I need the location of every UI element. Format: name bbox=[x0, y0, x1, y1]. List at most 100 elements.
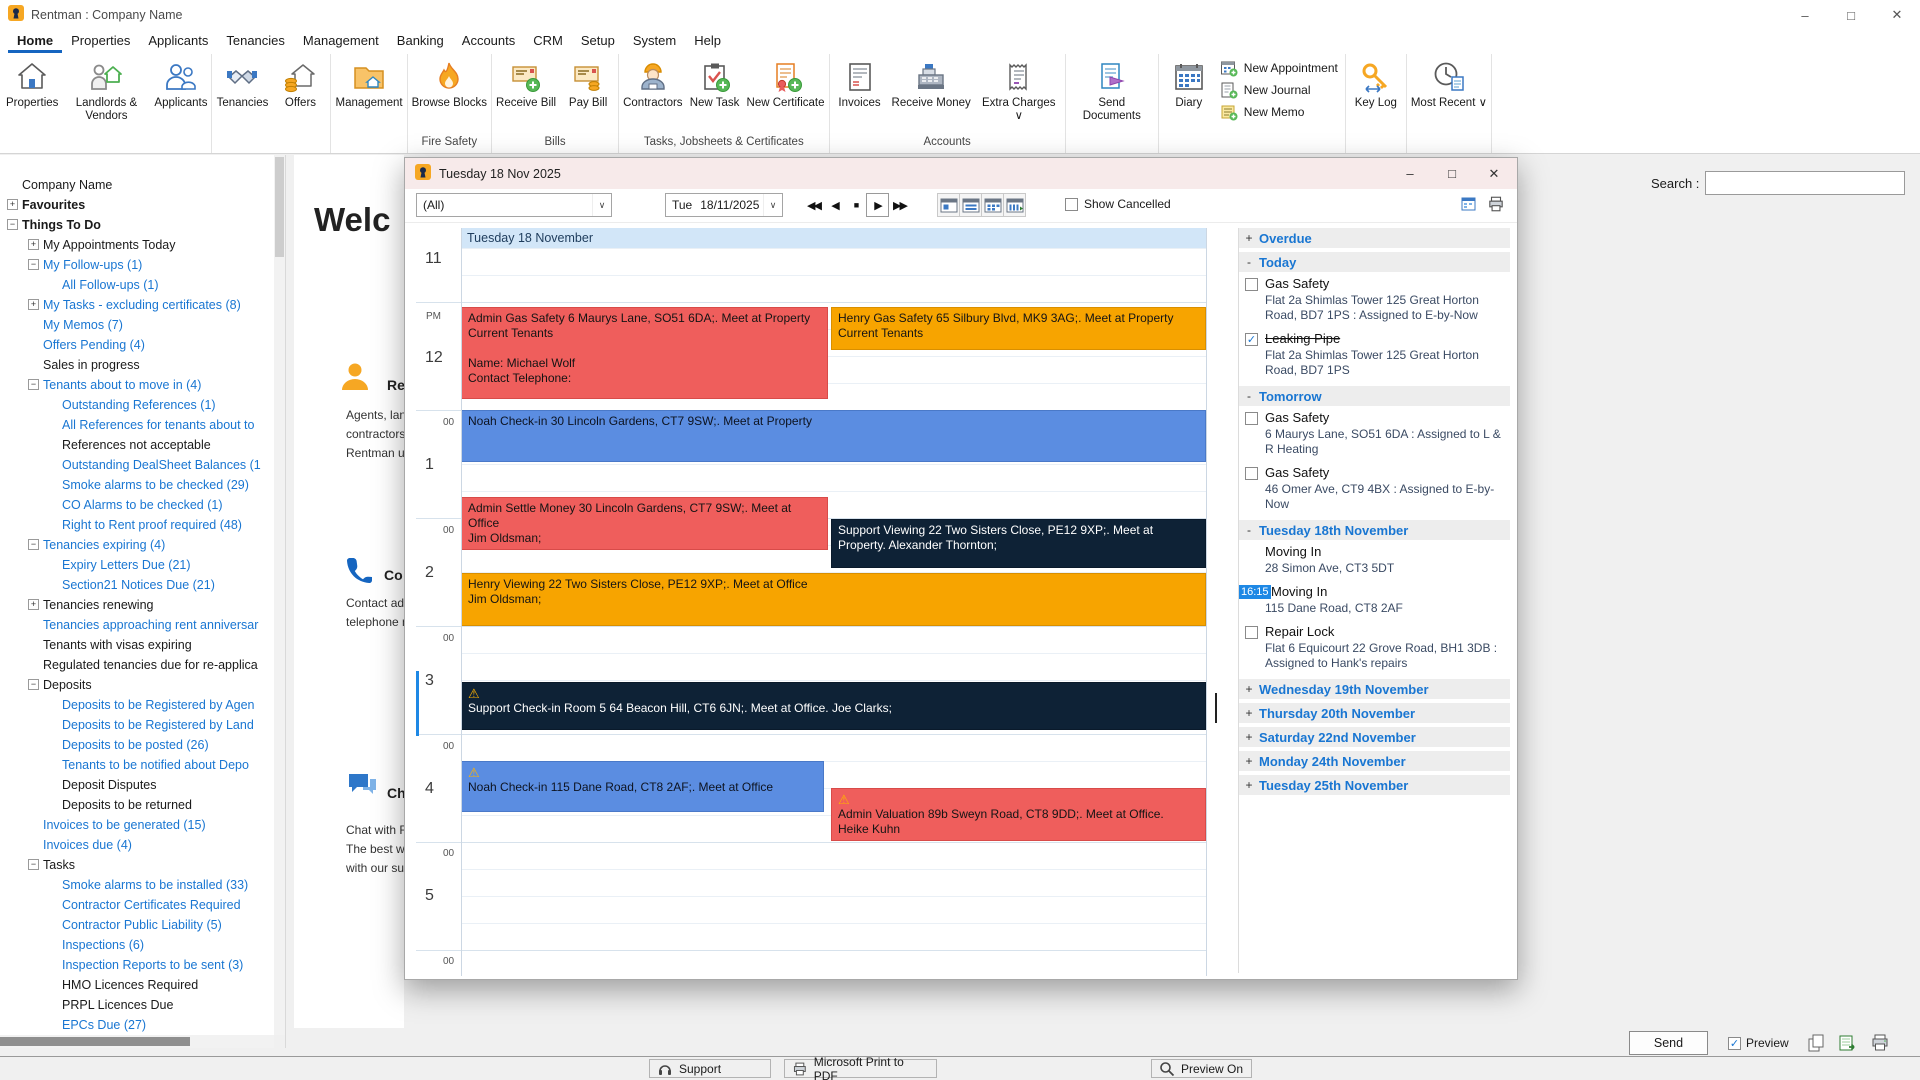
search-input[interactable] bbox=[1705, 171, 1905, 195]
collapse-icon[interactable]: - bbox=[1239, 255, 1259, 269]
sidebar-item[interactable]: −Deposits bbox=[0, 675, 274, 695]
sidebar-item[interactable]: Deposit Disputes bbox=[0, 775, 274, 795]
sidebar-item[interactable]: Deposits to be Registered by Land bbox=[0, 715, 274, 735]
diary-filter-select[interactable]: (All) ∨ bbox=[416, 193, 612, 217]
ribbon-management[interactable]: Management bbox=[332, 56, 405, 112]
menu-banking[interactable]: Banking bbox=[388, 31, 453, 49]
sidebar-item[interactable]: −My Follow-ups (1) bbox=[0, 255, 274, 275]
ribbon-new-certificate[interactable]: New Certificate bbox=[744, 56, 828, 112]
diary-export-icon[interactable] bbox=[1460, 195, 1478, 218]
sidebar-item[interactable]: Deposits to be returned bbox=[0, 795, 274, 815]
task-item[interactable]: Moving In28 Simon Ave, CT3 5DT bbox=[1239, 544, 1510, 576]
timeline-view-button[interactable] bbox=[1003, 193, 1026, 217]
task-section-header[interactable]: +Overdue bbox=[1239, 228, 1510, 248]
ribbon-new-task[interactable]: New Task bbox=[686, 56, 744, 112]
sidebar-item[interactable]: +My Appointments Today bbox=[0, 235, 274, 255]
minimize-icon[interactable]: – bbox=[1782, 0, 1828, 30]
export-icon[interactable] bbox=[1838, 1033, 1858, 1053]
sidebar-item[interactable]: Offers Pending (4) bbox=[0, 335, 274, 355]
sidebar-item[interactable]: +Tenancies renewing bbox=[0, 595, 274, 615]
sidebar-item[interactable]: −Tenants about to move in (4) bbox=[0, 375, 274, 395]
ribbon-applicants[interactable]: Applicants bbox=[151, 56, 210, 112]
next-day-button[interactable]: ▶ bbox=[866, 193, 889, 217]
task-section-header[interactable]: +Tuesday 25th November bbox=[1239, 775, 1510, 795]
previous-day-button[interactable]: ◀ bbox=[824, 193, 845, 217]
send-button[interactable]: Send bbox=[1629, 1031, 1708, 1055]
first-day-button[interactable]: ◀◀ bbox=[803, 193, 824, 217]
sidebar-horizontal-scrollbar[interactable] bbox=[0, 1035, 274, 1048]
expand-icon[interactable]: + bbox=[1239, 706, 1259, 720]
dialog-titlebar[interactable]: Tuesday 18 Nov 2025 bbox=[405, 158, 1517, 189]
collapse-icon[interactable]: − bbox=[7, 219, 18, 230]
menu-applicants[interactable]: Applicants bbox=[139, 31, 217, 49]
task-checkbox[interactable] bbox=[1245, 626, 1258, 639]
sidebar-vertical-scrollbar[interactable] bbox=[274, 155, 285, 1035]
ribbon-key-log[interactable]: Key Log bbox=[1347, 56, 1405, 112]
task-checkbox[interactable] bbox=[1245, 467, 1258, 480]
task-section-header[interactable]: -Tuesday 18th November bbox=[1239, 520, 1510, 540]
ribbon-browse-blocks[interactable]: Browse Blocks bbox=[409, 56, 490, 112]
sidebar-item[interactable]: Expiry Letters Due (21) bbox=[0, 555, 274, 575]
task-section-header[interactable]: -Today bbox=[1239, 252, 1510, 272]
expand-icon[interactable]: + bbox=[28, 299, 39, 310]
collapse-icon[interactable]: − bbox=[28, 259, 39, 270]
expand-icon[interactable]: + bbox=[1239, 730, 1259, 744]
ribbon-most-recent[interactable]: Most Recent ∨ bbox=[1408, 56, 1490, 112]
ribbon-new-journal[interactable]: New Journal bbox=[1220, 79, 1338, 101]
task-checkbox[interactable] bbox=[1245, 412, 1258, 425]
sidebar-item[interactable]: References not acceptable bbox=[0, 435, 274, 455]
collapse-icon[interactable]: − bbox=[28, 859, 39, 870]
close-icon[interactable]: ✕ bbox=[1874, 0, 1920, 30]
ribbon-offers[interactable]: Offers bbox=[271, 56, 329, 112]
appointment[interactable]: Admin Settle Money 30 Lincoln Gardens, C… bbox=[461, 497, 828, 550]
collapse-icon[interactable]: − bbox=[28, 379, 39, 390]
dialog-minimize-icon[interactable]: – bbox=[1389, 158, 1431, 189]
preview-checkbox[interactable]: ✓ bbox=[1728, 1037, 1741, 1050]
sidebar-item[interactable]: −Tenancies expiring (4) bbox=[0, 535, 274, 555]
ribbon-new-memo[interactable]: New Memo bbox=[1220, 101, 1338, 123]
sidebar-item[interactable]: HMO Licences Required bbox=[0, 975, 274, 995]
sidebar-item[interactable]: Sales in progress bbox=[0, 355, 274, 375]
sidebar-splitter[interactable] bbox=[285, 155, 286, 1048]
dialog-maximize-icon[interactable]: □ bbox=[1431, 158, 1473, 189]
menu-tenancies[interactable]: Tenancies bbox=[217, 31, 294, 49]
collapse-icon[interactable]: − bbox=[28, 679, 39, 690]
ribbon-invoices[interactable]: Invoices bbox=[831, 56, 889, 112]
menu-system[interactable]: System bbox=[624, 31, 685, 49]
ribbon-properties[interactable]: Properties bbox=[3, 56, 61, 112]
sidebar-item[interactable]: Contractor Certificates Required bbox=[0, 895, 274, 915]
sidebar-item[interactable]: Invoices due (4) bbox=[0, 835, 274, 855]
copy-documents-icon[interactable] bbox=[1806, 1033, 1826, 1053]
task-section-header[interactable]: -Tomorrow bbox=[1239, 386, 1510, 406]
maximize-icon[interactable]: □ bbox=[1828, 0, 1874, 30]
task-item[interactable]: Repair LockFlat 6 Equicourt 22 Grove Roa… bbox=[1239, 624, 1510, 671]
appointment[interactable]: ⚠Noah Check-in 115 Dane Road, CT8 2AF;. … bbox=[461, 761, 824, 812]
ribbon-send-documents[interactable]: Send Documents bbox=[1067, 56, 1157, 125]
ribbon-receive-money[interactable]: Receive Money bbox=[889, 56, 974, 112]
menu-management[interactable]: Management bbox=[294, 31, 388, 49]
collapse-icon[interactable]: - bbox=[1239, 389, 1259, 403]
appointment[interactable]: ⚠Support Check-in Room 5 64 Beacon Hill,… bbox=[461, 682, 1206, 730]
task-checkbox[interactable] bbox=[1245, 278, 1258, 291]
menu-accounts[interactable]: Accounts bbox=[453, 31, 524, 49]
sidebar-item[interactable]: Deposits to be Registered by Agen bbox=[0, 695, 274, 715]
menu-home[interactable]: Home bbox=[8, 31, 62, 53]
sidebar-item[interactable]: All Follow-ups (1) bbox=[0, 275, 274, 295]
ribbon-diary[interactable]: Diary bbox=[1160, 56, 1218, 112]
sidebar-item[interactable]: Invoices to be generated (15) bbox=[0, 815, 274, 835]
sidebar-item[interactable]: Outstanding DealSheet Balances (1 bbox=[0, 455, 274, 475]
ribbon-pay-bill[interactable]: Pay Bill bbox=[559, 56, 617, 112]
task-item[interactable]: Gas SafetyFlat 2a Shimlas Tower 125 Grea… bbox=[1239, 276, 1510, 323]
show-cancelled-checkbox[interactable] bbox=[1065, 198, 1078, 211]
expand-icon[interactable]: + bbox=[28, 599, 39, 610]
sidebar-item[interactable]: +My Tasks - excluding certificates (8) bbox=[0, 295, 274, 315]
menu-help[interactable]: Help bbox=[685, 31, 730, 49]
sidebar-item[interactable]: Outstanding References (1) bbox=[0, 395, 274, 415]
sidebar-item[interactable]: My Memos (7) bbox=[0, 315, 274, 335]
task-item[interactable]: Gas Safety46 Omer Ave, CT9 4BX : Assigne… bbox=[1239, 465, 1510, 512]
task-section-header[interactable]: +Monday 24th November bbox=[1239, 751, 1510, 771]
ribbon-tenancies[interactable]: Tenancies bbox=[213, 56, 271, 112]
stop-button[interactable]: ■ bbox=[845, 193, 866, 217]
appointment[interactable]: Henry Viewing 22 Two Sisters Close, PE12… bbox=[461, 573, 1206, 626]
menu-properties[interactable]: Properties bbox=[62, 31, 139, 49]
